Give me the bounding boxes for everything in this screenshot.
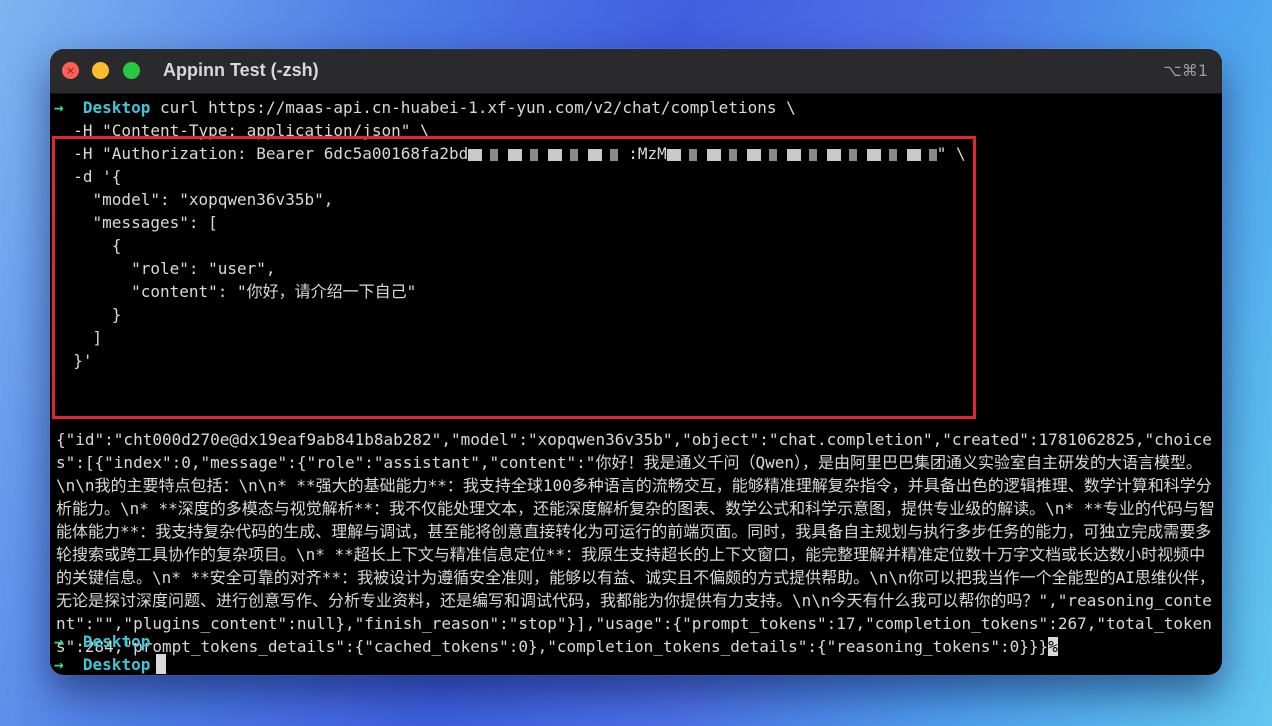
command-line-9: "content": "你好，请介绍一下自己" [73, 282, 417, 301]
command-line-6: "messages": [ [73, 213, 218, 232]
api-response: {"id":"cht000d270e@dx19eaf9ab841b8ab282"… [56, 430, 1215, 656]
command-line-11: ] [73, 328, 103, 347]
window-shortcut: ⌥⌘1 [1163, 61, 1208, 80]
prompt-arrow-icon: → [54, 655, 64, 674]
minimize-button[interactable] [92, 62, 109, 79]
command-line-12: }' [73, 351, 93, 370]
prompt-arrow-icon: → [54, 98, 64, 117]
redacted-token-mask [468, 148, 629, 161]
prompt-arrow-icon: → [54, 632, 64, 651]
terminal-window: × Appinn Test (-zsh) ⌥⌘1 → Desktop curl … [50, 49, 1222, 675]
close-icon: × [65, 64, 76, 77]
end-of-output-marker: % [1048, 637, 1058, 656]
prompt-directory: Desktop [82, 98, 151, 117]
command-line-7: { [73, 236, 122, 255]
redacted-token-mask-2 [666, 148, 937, 161]
command-line-8: "role": "user", [73, 259, 276, 278]
prompt-line-1: → Desktop [54, 630, 150, 653]
command-line-2: -H "Content-Type: application/json" \ [73, 121, 430, 140]
text-cursor [156, 654, 167, 674]
close-button[interactable]: × [62, 62, 79, 79]
zoom-button[interactable] [123, 62, 140, 79]
command-line-10: } [73, 305, 122, 324]
command-line-4: -d '{ [73, 167, 122, 186]
window-title: Appinn Test (-zsh) [163, 60, 319, 80]
prompt-directory: Desktop [82, 655, 151, 674]
title-bar: × Appinn Test (-zsh) ⌥⌘1 [50, 49, 1222, 94]
prompt-line-2[interactable]: → Desktop [54, 653, 167, 675]
command-line-1: → Desktop curl https://maas-api.cn-huabe… [54, 98, 796, 117]
command-line-3: -H "Authorization: Bearer 6dc5a00168fa2b… [73, 144, 966, 163]
prompt-directory: Desktop [82, 632, 151, 651]
command-line-5: "model": "xopqwen36v35b", [73, 190, 334, 209]
terminal-output[interactable]: → Desktop curl https://maas-api.cn-huabe… [50, 94, 1222, 675]
